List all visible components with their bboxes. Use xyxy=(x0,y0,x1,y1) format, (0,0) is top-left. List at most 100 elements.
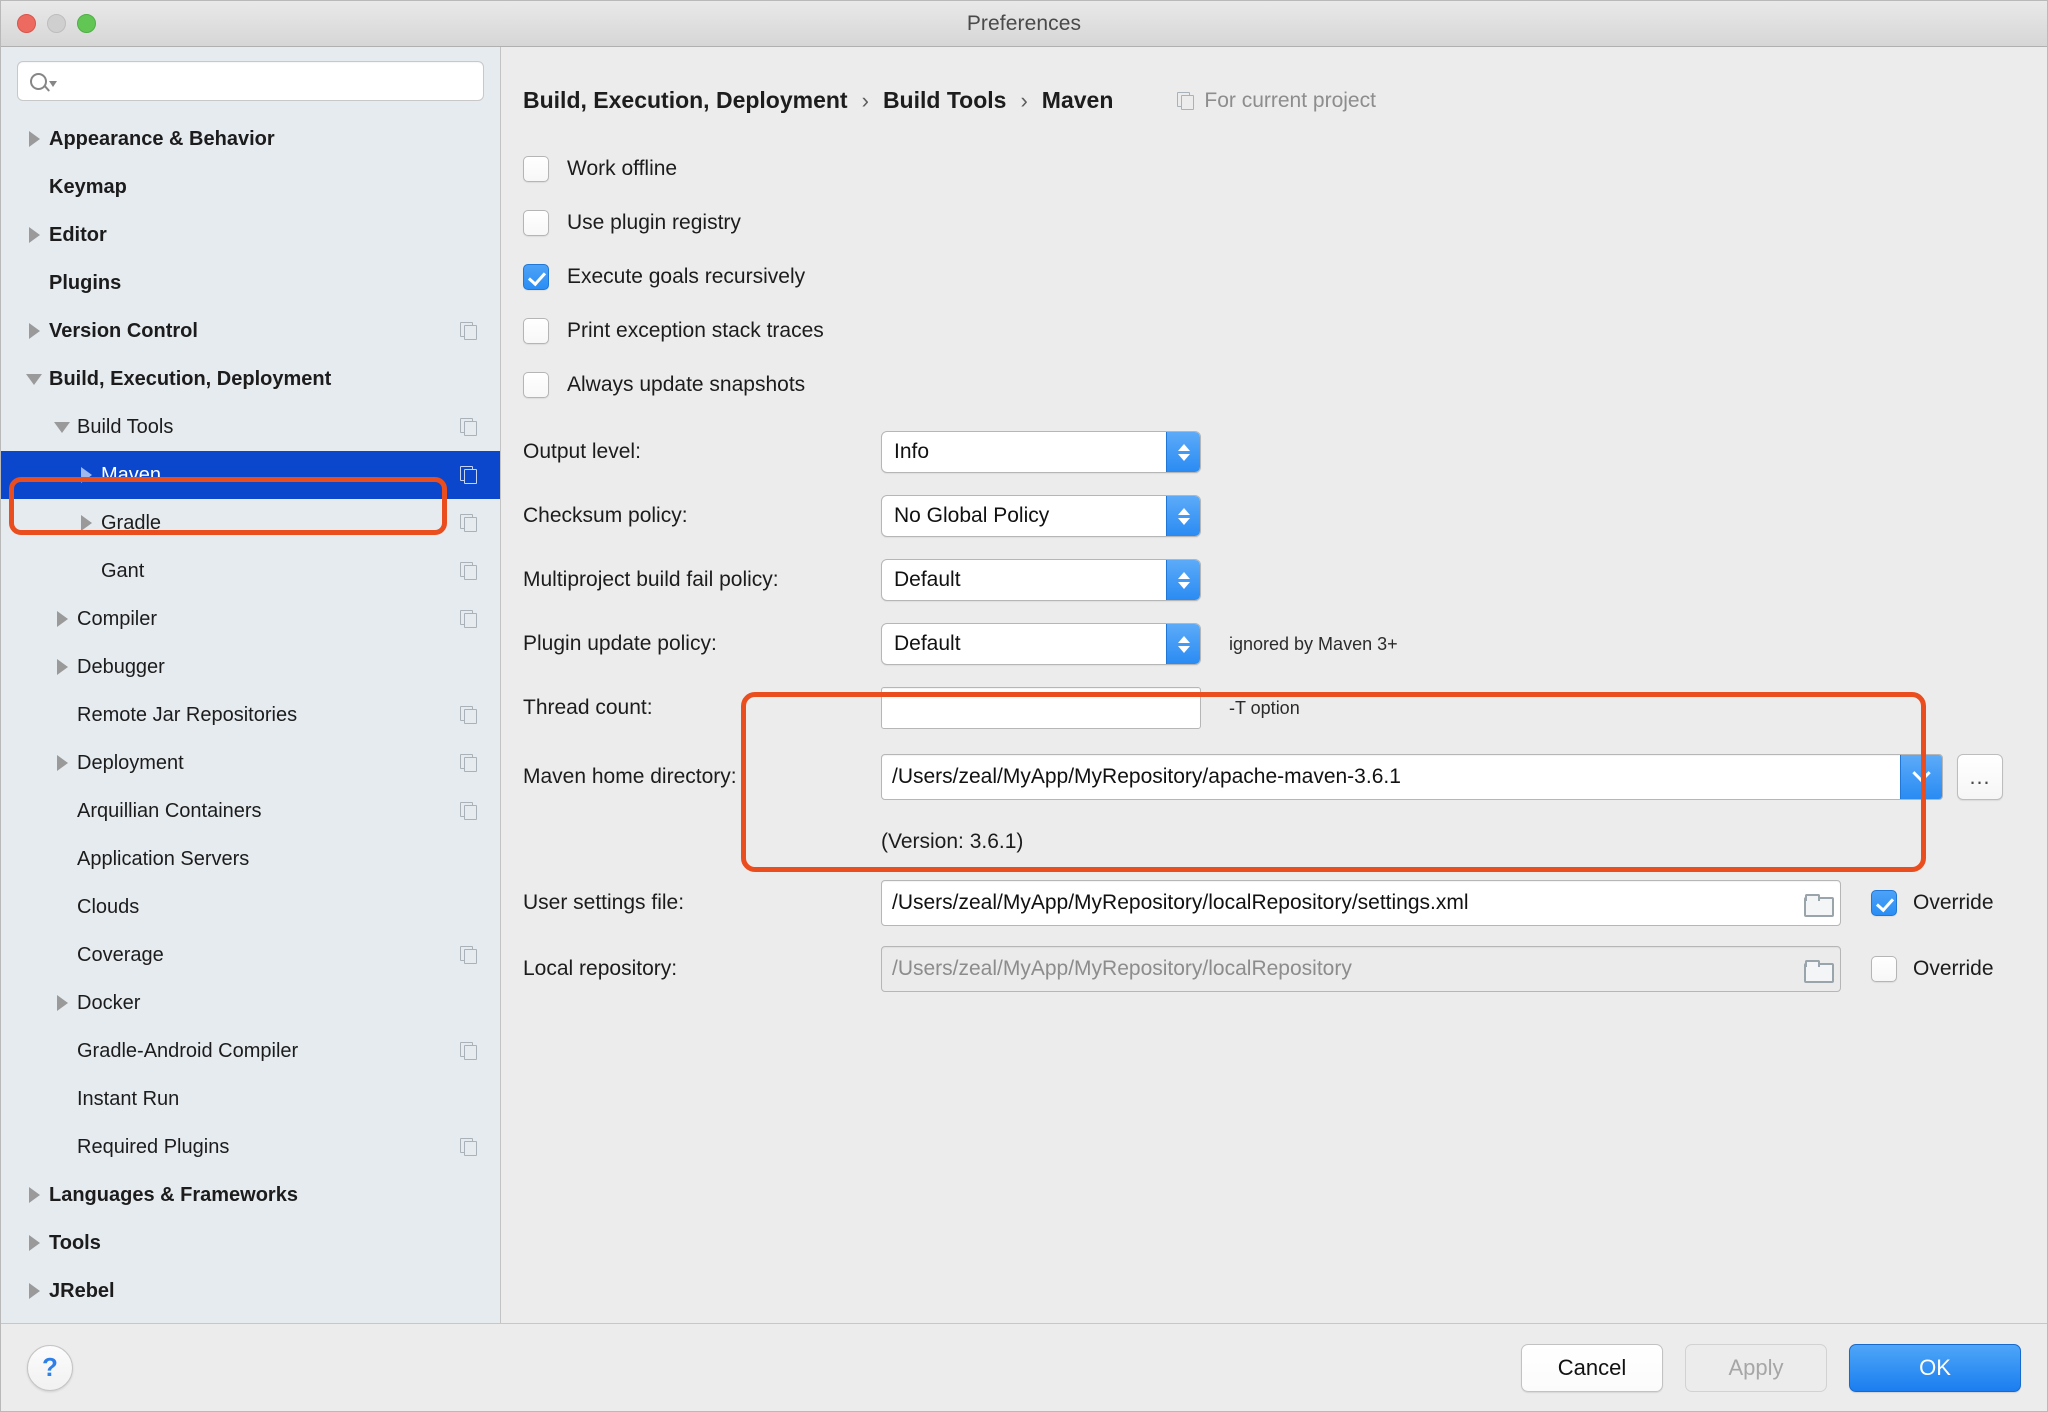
local-repository-value: /Users/zeal/MyApp/MyRepository/localRepo… xyxy=(892,957,1352,980)
sidebar-item-arquillian-containers[interactable]: Arquillian Containers xyxy=(1,787,500,835)
sidebar-item-appearance-behavior[interactable]: Appearance & Behavior xyxy=(1,115,500,163)
local-repository-override-checkbox[interactable] xyxy=(1871,956,1897,982)
project-scope-icon xyxy=(460,706,478,724)
checkbox-execute-goals-recursively[interactable] xyxy=(523,264,549,290)
search-input[interactable] xyxy=(57,71,483,91)
maven-home-browse-button[interactable]: … xyxy=(1957,754,2003,800)
checkbox-row-execute-goals-recursively[interactable]: Execute goals recursively xyxy=(523,250,2047,304)
checkbox-always-update-snapshots[interactable] xyxy=(523,372,549,398)
checkbox-print-exception-stack-traces[interactable] xyxy=(523,318,549,344)
multiproject-fail-policy-select[interactable]: Default xyxy=(881,559,1201,601)
checkbox-use-plugin-registry[interactable] xyxy=(523,210,549,236)
expand-arrow-icon[interactable] xyxy=(23,227,45,243)
sidebar-item-deployment[interactable]: Deployment xyxy=(1,739,500,787)
help-button[interactable]: ? xyxy=(27,1344,73,1391)
checkbox-row-use-plugin-registry[interactable]: Use plugin registry xyxy=(523,196,2047,250)
sidebar-item-required-plugins[interactable]: Required Plugins xyxy=(1,1123,500,1171)
row-plugin-update-policy: Plugin update policy: Default ignored by… xyxy=(501,612,2047,676)
stepper-icon[interactable] xyxy=(1166,560,1200,600)
expand-arrow-icon[interactable] xyxy=(23,323,45,339)
plugin-update-policy-select[interactable]: Default xyxy=(881,623,1201,665)
expand-arrow-icon[interactable] xyxy=(23,131,45,147)
sidebar-item-label: Appearance & Behavior xyxy=(49,127,275,150)
user-settings-override-label: Override xyxy=(1913,891,1994,914)
thread-count-label: Thread count: xyxy=(523,696,653,719)
checkbox-row-print-exception-stack-traces[interactable]: Print exception stack traces xyxy=(523,304,2047,358)
close-window-icon[interactable] xyxy=(17,14,36,33)
ok-button[interactable]: OK xyxy=(1849,1343,2021,1392)
sidebar-item-keymap[interactable]: Keymap xyxy=(1,163,500,211)
breadcrumb-crumb-2[interactable]: Build Tools xyxy=(883,87,1007,114)
thread-count-input[interactable] xyxy=(881,687,1201,729)
sidebar-item-maven[interactable]: Maven xyxy=(1,451,500,499)
apply-button: Apply xyxy=(1685,1343,1827,1392)
sidebar-item-jrebel[interactable]: JRebel xyxy=(1,1267,500,1315)
sidebar-item-plugins[interactable]: Plugins xyxy=(1,259,500,307)
project-scope-icon xyxy=(460,610,478,628)
expand-arrow-icon[interactable] xyxy=(23,1187,45,1203)
collapse-arrow-icon[interactable] xyxy=(23,373,45,385)
user-settings-path-field[interactable]: /Users/zeal/MyApp/MyRepository/localRepo… xyxy=(881,880,1841,926)
breadcrumb-crumb-3[interactable]: Maven xyxy=(1042,87,1114,114)
sidebar-item-editor[interactable]: Editor xyxy=(1,211,500,259)
stepper-icon[interactable] xyxy=(1166,624,1200,664)
sidebar-item-coverage[interactable]: Coverage xyxy=(1,931,500,979)
maven-home-value: /Users/zeal/MyApp/MyRepository/apache-ma… xyxy=(892,765,1401,788)
checksum-policy-label: Checksum policy: xyxy=(523,504,688,527)
sidebar-item-compiler[interactable]: Compiler xyxy=(1,595,500,643)
sidebar-item-gradle[interactable]: Gradle xyxy=(1,499,500,547)
checkbox-work-offline[interactable] xyxy=(523,156,549,182)
stepper-icon[interactable] xyxy=(1166,432,1200,472)
expand-arrow-icon[interactable] xyxy=(51,995,73,1011)
user-settings-override-checkbox[interactable] xyxy=(1871,890,1897,916)
checkbox-row-work-offline[interactable]: Work offline xyxy=(523,142,2047,196)
collapse-arrow-icon[interactable] xyxy=(51,421,73,433)
project-scope-icon xyxy=(460,322,478,340)
expand-arrow-icon[interactable] xyxy=(75,467,97,483)
expand-arrow-icon[interactable] xyxy=(51,659,73,675)
search-box[interactable] xyxy=(17,61,484,101)
local-repository-label: Local repository: xyxy=(523,957,678,980)
user-settings-override[interactable]: Override xyxy=(1871,890,1994,916)
maven-home-combo[interactable]: /Users/zeal/MyApp/MyRepository/apache-ma… xyxy=(881,754,1943,800)
sidebar-item-label: Tools xyxy=(49,1231,101,1254)
sidebar-item-remote-jar-repositories[interactable]: Remote Jar Repositories xyxy=(1,691,500,739)
sidebar-item-docker[interactable]: Docker xyxy=(1,979,500,1027)
expand-arrow-icon[interactable] xyxy=(23,1283,45,1299)
expand-arrow-icon[interactable] xyxy=(23,1235,45,1251)
sidebar-item-label: Gradle xyxy=(101,511,162,534)
checkbox-row-always-update-snapshots[interactable]: Always update snapshots xyxy=(523,358,2047,412)
sidebar-item-label: Instant Run xyxy=(77,1087,180,1110)
sidebar-item-tools[interactable]: Tools xyxy=(1,1219,500,1267)
output-level-select[interactable]: Info xyxy=(881,431,1201,473)
sidebar-item-languages-frameworks[interactable]: Languages & Frameworks xyxy=(1,1171,500,1219)
project-scope-icon xyxy=(1177,91,1195,110)
project-scope-icon xyxy=(460,418,478,436)
zoom-window-icon[interactable] xyxy=(77,14,96,33)
sidebar-item-label: Build Tools xyxy=(77,415,174,438)
expand-arrow-icon[interactable] xyxy=(51,755,73,771)
sidebar-item-instant-run[interactable]: Instant Run xyxy=(1,1075,500,1123)
sidebar-item-label: Compiler xyxy=(77,607,158,630)
chevron-down-icon[interactable] xyxy=(1900,755,1942,799)
stepper-icon[interactable] xyxy=(1166,496,1200,536)
sidebar-item-clouds[interactable]: Clouds xyxy=(1,883,500,931)
sidebar-item-application-servers[interactable]: Application Servers xyxy=(1,835,500,883)
sidebar-item-label: Application Servers xyxy=(77,847,250,870)
folder-icon[interactable] xyxy=(1794,881,1840,925)
expand-arrow-icon[interactable] xyxy=(75,515,97,531)
sidebar-item-debugger[interactable]: Debugger xyxy=(1,643,500,691)
cancel-button[interactable]: Cancel xyxy=(1521,1343,1663,1392)
sidebar-item-gradle-android-compiler[interactable]: Gradle-Android Compiler xyxy=(1,1027,500,1075)
sidebar-item-gant[interactable]: Gant xyxy=(1,547,500,595)
checksum-policy-select[interactable]: No Global Policy xyxy=(881,495,1201,537)
minimize-window-icon[interactable] xyxy=(47,14,66,33)
expand-arrow-icon[interactable] xyxy=(51,611,73,627)
sidebar-item-build-execution-deployment[interactable]: Build, Execution, Deployment xyxy=(1,355,500,403)
sidebar-item-label: Debugger xyxy=(77,655,165,678)
row-output-level: Output level: Info xyxy=(501,420,2047,484)
sidebar-item-build-tools[interactable]: Build Tools xyxy=(1,403,500,451)
sidebar-item-version-control[interactable]: Version Control xyxy=(1,307,500,355)
breadcrumb-crumb-1[interactable]: Build, Execution, Deployment xyxy=(523,87,848,114)
local-repository-override[interactable]: Override xyxy=(1871,956,1994,982)
